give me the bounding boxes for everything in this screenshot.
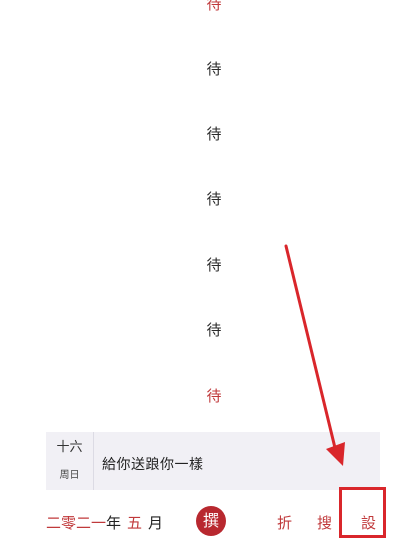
arrow-down-icon — [284, 244, 345, 466]
